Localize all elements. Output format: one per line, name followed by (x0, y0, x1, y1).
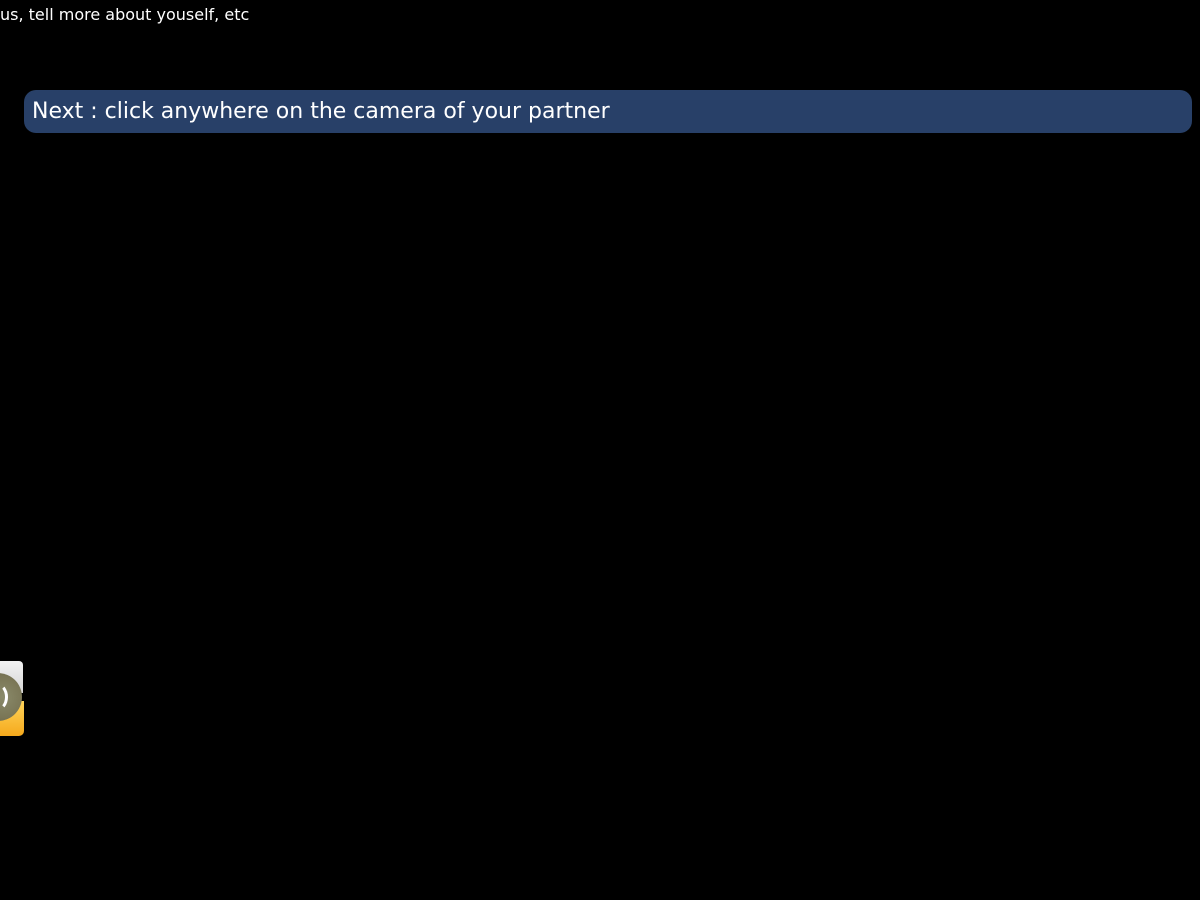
side-widget[interactable] (0, 661, 24, 736)
page: us, tell more about youself, etc Next : … (0, 0, 1200, 900)
next-instruction-banner[interactable]: Next : click anywhere on the camera of y… (24, 90, 1192, 133)
next-instruction-label: Next : click anywhere on the camera of y… (32, 98, 610, 124)
intro-text: us, tell more about youself, etc (0, 5, 250, 24)
